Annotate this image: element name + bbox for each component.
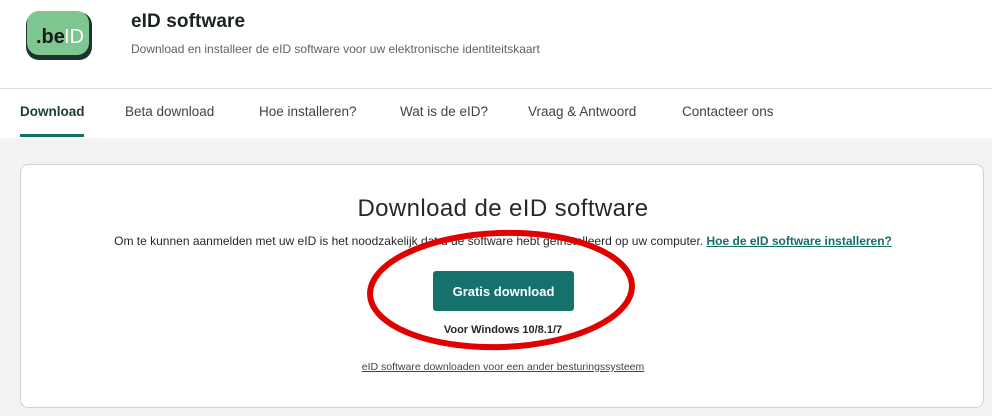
- install-howto-link[interactable]: Hoe de eID software installeren?: [706, 234, 891, 248]
- tab-hoe-installeren[interactable]: Hoe installeren?: [259, 89, 357, 135]
- page: .be ID eID software Download en installe…: [0, 0, 992, 416]
- site-header: .be ID eID software Download en installe…: [0, 0, 992, 89]
- other-os-row: eID software downloaden voor een ander b…: [21, 361, 985, 373]
- tab-contacteer-ons[interactable]: Contacteer ons: [682, 89, 774, 135]
- download-card: Download de eID software Om te kunnen aa…: [20, 164, 984, 408]
- tab-wat-is-de-eid[interactable]: Wat is de eID?: [400, 89, 488, 135]
- be-id-logo[interactable]: .be ID: [26, 10, 100, 62]
- free-download-button[interactable]: Gratis download: [433, 271, 574, 311]
- app-subtitle: Download en installeer de eID software v…: [131, 42, 540, 56]
- active-tab-indicator: [20, 134, 84, 137]
- tab-vraag-antwoord[interactable]: Vraag & Antwoord: [528, 89, 636, 135]
- card-description: Om te kunnen aanmelden met uw eID is het…: [21, 234, 985, 248]
- logo-text-id: ID: [64, 26, 84, 48]
- logo-text-be: .be: [36, 26, 65, 48]
- tab-beta-download[interactable]: Beta download: [125, 89, 214, 135]
- description-text: Om te kunnen aanmelden met uw eID is het…: [114, 234, 704, 248]
- other-os-link[interactable]: eID software downloaden voor een ander b…: [362, 361, 645, 373]
- main-nav: Download Beta download Hoe installeren? …: [0, 89, 992, 138]
- card-title: Download de eID software: [357, 195, 649, 222]
- os-note: Voor Windows 10/8.1/7: [443, 324, 563, 336]
- app-title: eID software: [131, 11, 246, 32]
- tab-download[interactable]: Download: [20, 89, 85, 135]
